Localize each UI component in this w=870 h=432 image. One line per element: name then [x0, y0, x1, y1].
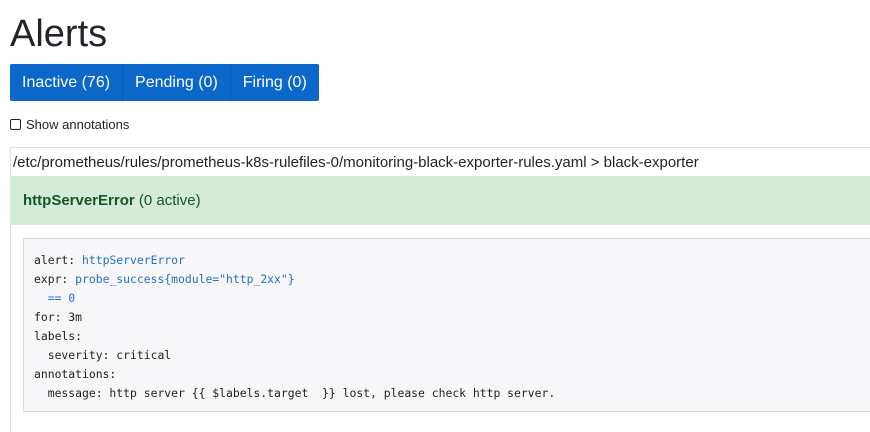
show-annotations-checkbox[interactable]: [10, 119, 21, 130]
rule-active-count: (0 active): [138, 192, 201, 209]
rule-definition-code: alert: httpServerError expr: probe_succes…: [34, 251, 555, 403]
alert-state-filter: Inactive (76) Pending (0) Firing (0): [10, 64, 319, 101]
alerts-page: Alerts Inactive (76) Pending (0) Firing …: [0, 0, 870, 432]
page-title: Alerts: [10, 13, 108, 55]
code-line-for: for: 3m: [34, 310, 83, 324]
rule-header[interactable]: httpServerError (0 active): [11, 176, 870, 225]
code-line-annotations: annotations:: [34, 367, 117, 381]
code-expr-key: expr:: [34, 272, 76, 286]
rule-group-path: /etc/prometheus/rules/prometheus-k8s-rul…: [13, 154, 699, 171]
inactive-filter-button[interactable]: Inactive (76): [10, 64, 124, 101]
code-line-labels: labels:: [34, 329, 83, 343]
rule-header-text: httpServerError (0 active): [23, 176, 201, 226]
code-line-message: message: http server {{ $labels.target }…: [34, 386, 556, 400]
pending-filter-button[interactable]: Pending (0): [123, 64, 231, 101]
firing-filter-button[interactable]: Firing (0): [230, 64, 319, 101]
code-line-severity: severity: critical: [34, 348, 172, 362]
code-line-expr: expr: probe_success{module="http_2xx"}: [34, 270, 555, 289]
rule-name: httpServerError: [23, 192, 135, 209]
code-line-expr-cont[interactable]: == 0: [34, 289, 555, 308]
code-expr-link[interactable]: probe_success{module="http_2xx"}: [75, 272, 294, 286]
rule-definition-code-block: alert: httpServerError expr: probe_succes…: [23, 238, 870, 412]
code-alert-link[interactable]: httpServerError: [82, 253, 185, 267]
show-annotations-toggle[interactable]: Show annotations: [10, 117, 129, 132]
show-annotations-label: Show annotations: [26, 117, 130, 132]
code-line-alert: alert: httpServerError: [34, 251, 555, 270]
code-alert-key: alert:: [34, 253, 83, 267]
